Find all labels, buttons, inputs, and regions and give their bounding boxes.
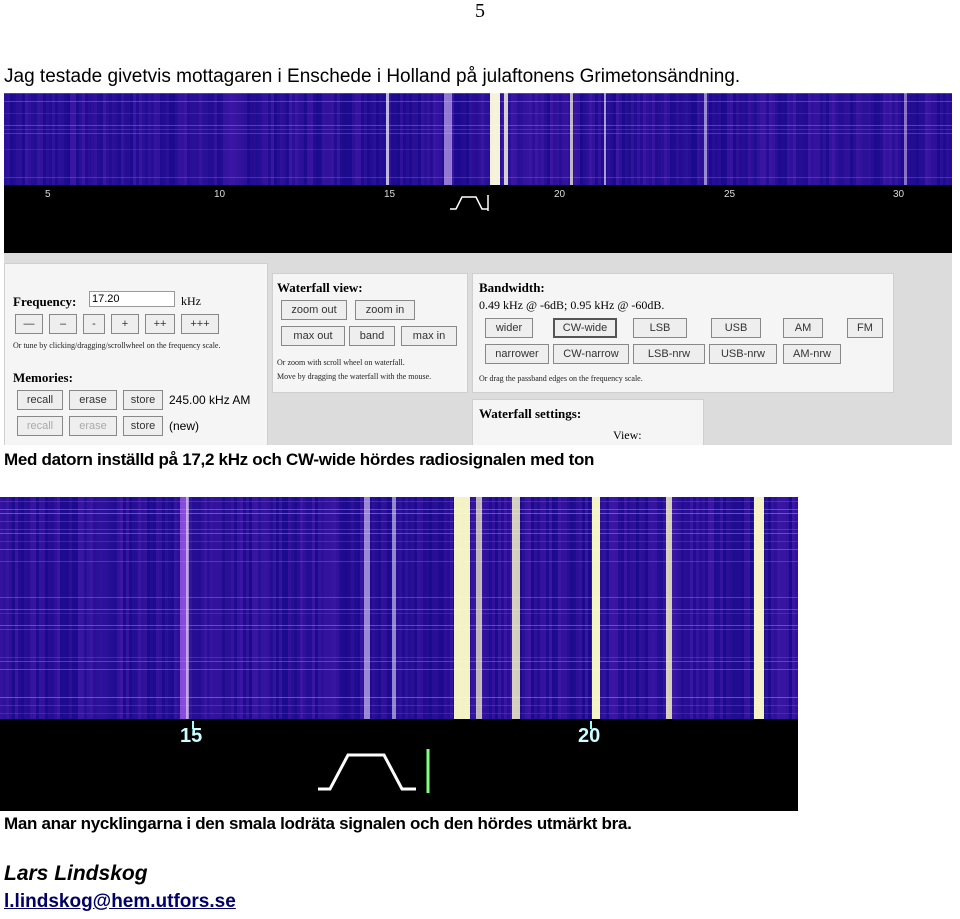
usb-button[interactable]: USB: [711, 318, 761, 338]
author-name: Lars Lindskog: [4, 862, 148, 885]
band-button[interactable]: band: [349, 326, 395, 346]
caption-1: Med datorn inställd på 17,2 kHz och CW-w…: [4, 450, 595, 469]
max-in-button[interactable]: max in: [401, 326, 457, 346]
tune-down-large-button[interactable]: —: [15, 314, 43, 334]
waterfall-settings-label: Waterfall settings:: [479, 406, 582, 421]
frequency-box: Frequency: kHz — – - + ++ +++ Or tune by…: [4, 263, 268, 445]
cw-wide-button[interactable]: CW-wide: [553, 318, 617, 338]
author-email-link[interactable]: l.lindskog@hem.utfors.se: [4, 891, 236, 913]
memory-erase-button[interactable]: erase: [69, 390, 117, 410]
memory-new-recall-button[interactable]: recall: [17, 416, 63, 436]
memory-new-store-button[interactable]: store: [123, 416, 163, 436]
max-out-button[interactable]: max out: [281, 326, 345, 346]
frequency-scale-2[interactable]: 15 20: [0, 719, 798, 811]
passband-hint: Or drag the passband edges on the freque…: [479, 374, 643, 383]
bandwidth-label: Bandwidth:: [479, 280, 545, 295]
frequency-input[interactable]: [89, 291, 175, 307]
wider-button[interactable]: wider: [485, 318, 533, 338]
lsb-nrw-button[interactable]: LSB-nrw: [633, 344, 705, 364]
memories-label: Memories:: [13, 370, 73, 385]
frequency-label: Frequency:: [13, 294, 77, 309]
usb-nrw-button[interactable]: USB-nrw: [709, 344, 777, 364]
control-panel: Frequency: kHz — – - + ++ +++ Or tune by…: [4, 253, 952, 445]
waterfall-view-box: Waterfall view: zoom out zoom in max out…: [272, 273, 468, 393]
tune-up-large-button[interactable]: +++: [181, 314, 219, 334]
waterfall-view-setting-label: View:: [613, 428, 642, 442]
intro-text: Jag testade givetvis mottagaren i Ensche…: [4, 66, 741, 87]
caption-2: Man anar nycklingarna i den smala lodrät…: [4, 814, 632, 833]
bandwidth-box: Bandwidth: 0.49 kHz @ -6dB; 0.95 kHz @ -…: [472, 273, 894, 393]
zoom-hint: Or zoom with scroll wheel on waterfall.: [277, 358, 405, 367]
narrower-button[interactable]: narrower: [485, 344, 549, 364]
lsb-button[interactable]: LSB: [633, 318, 687, 338]
waterfall-1[interactable]: [4, 93, 952, 185]
passband-marker-1[interactable]: [4, 185, 952, 253]
waterfall-settings-box: Waterfall settings: View:: [472, 399, 704, 445]
bandwidth-value: 0.49 kHz @ -6dB; 0.95 kHz @ -60dB.: [479, 298, 665, 312]
fm-button[interactable]: FM: [847, 318, 883, 338]
tune-up-medium-button[interactable]: ++: [145, 314, 175, 334]
scale-2-tick-20: 20: [578, 725, 601, 747]
memory-new-value: (new): [169, 419, 200, 433]
scale-2-tick-15: 15: [180, 725, 203, 747]
am-nrw-button[interactable]: AM-nrw: [783, 344, 841, 364]
tune-down-small-button[interactable]: -: [83, 314, 105, 334]
tune-up-small-button[interactable]: +: [111, 314, 139, 334]
waterfall-view-label: Waterfall view:: [277, 280, 363, 295]
memory-value: 245.00 kHz AM: [169, 393, 251, 407]
sdr-screenshot-1: 51015202530 Frequency: kHz — – - + ++ ++…: [4, 93, 952, 445]
frequency-unit: kHz: [181, 294, 201, 308]
passband-marker-2[interactable]: [318, 753, 416, 791]
zoom-in-button[interactable]: zoom in: [355, 300, 415, 320]
waterfall-2[interactable]: [0, 497, 798, 719]
am-button[interactable]: AM: [783, 318, 823, 338]
memory-new-erase-button[interactable]: erase: [69, 416, 117, 436]
drag-hint: Move by dragging the waterfall with the …: [277, 372, 432, 381]
frequency-scale-1[interactable]: 5 10 15 20 25 30: [4, 185, 952, 253]
cw-narrow-button[interactable]: CW-narrow: [553, 344, 629, 364]
tune-down-medium-button[interactable]: –: [49, 314, 77, 334]
memory-store-button[interactable]: store: [123, 390, 163, 410]
page-number: 5: [475, 0, 485, 22]
frequency-hint: Or tune by clicking/dragging/scrollwheel…: [13, 341, 221, 350]
sdr-screenshot-2: 15 20: [0, 497, 798, 811]
zoom-out-button[interactable]: zoom out: [281, 300, 347, 320]
memory-recall-button[interactable]: recall: [17, 390, 63, 410]
